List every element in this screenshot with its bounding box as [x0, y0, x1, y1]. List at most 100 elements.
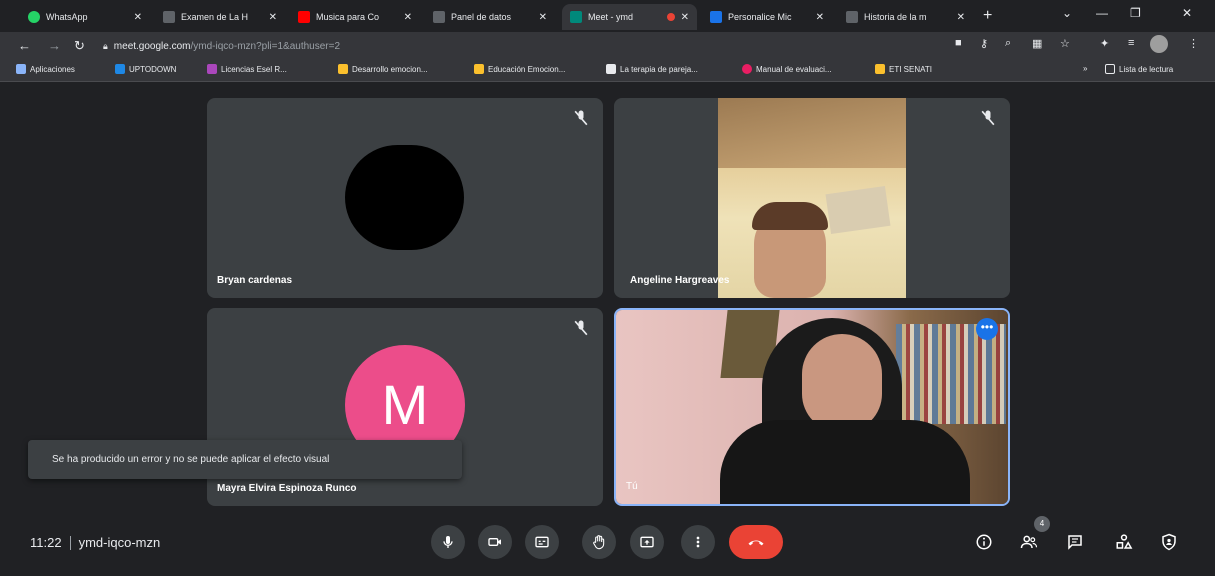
- bookmark-label: Manual de evaluaci...: [756, 64, 832, 74]
- bookmark-desarrollo[interactable]: Desarrollo emocion...: [338, 64, 428, 74]
- tab-examen[interactable]: Examen de La H ✕: [155, 4, 285, 30]
- more-options-button[interactable]: [681, 525, 715, 559]
- bookmark-uptodown[interactable]: UPTODOWN: [115, 64, 176, 74]
- tab-historia[interactable]: Historia de la m ✕: [838, 4, 973, 30]
- grid-icon[interactable]: ▦: [1032, 37, 1042, 50]
- tab-musica[interactable]: Musica para Co ✕: [290, 4, 420, 30]
- videocam-icon: [488, 538, 501, 546]
- close-icon[interactable]: ✕: [957, 12, 965, 23]
- chat-icon: [1068, 535, 1082, 550]
- participant-tile-bryan[interactable]: Bryan cardenas: [207, 98, 603, 298]
- clock-time: 11:22: [30, 535, 62, 550]
- meeting-info-button[interactable]: [972, 530, 996, 554]
- folder-icon: [875, 64, 885, 74]
- participant-name: Mayra Elvira Espinoza Runco: [217, 483, 357, 494]
- download-icon: [115, 64, 125, 74]
- divider: [69, 535, 71, 550]
- participant-name: Angeline Hargreaves: [630, 275, 730, 286]
- meet-icon: [570, 11, 582, 23]
- minimize-icon[interactable]: —: [1096, 6, 1108, 20]
- close-icon[interactable]: ✕: [134, 12, 142, 23]
- error-toast: Se ha producido un error y no se puede a…: [28, 440, 462, 479]
- more-options-button[interactable]: •••: [976, 318, 998, 340]
- tab-panel[interactable]: Panel de datos ✕: [425, 4, 555, 30]
- camera-in-use-icon[interactable]: ■: [955, 37, 962, 49]
- tab-label: Meet - ymd: [588, 12, 634, 22]
- avatar: [345, 145, 464, 250]
- tab-label: WhatsApp: [46, 12, 88, 22]
- participant-name: Bryan cardenas: [217, 275, 293, 286]
- bookmark-label: UPTODOWN: [129, 64, 177, 74]
- camera-button[interactable]: [478, 525, 512, 559]
- mic-icon: [443, 536, 453, 548]
- shapes-icon: [1116, 534, 1133, 549]
- call-end-icon: [748, 540, 764, 546]
- close-icon[interactable]: ✕: [404, 12, 412, 23]
- mic-button[interactable]: [431, 525, 465, 559]
- participant-tile-angeline[interactable]: Angeline Hargreaves: [614, 98, 1010, 298]
- close-window-icon[interactable]: ✕: [1182, 6, 1192, 20]
- key-icon[interactable]: ⚷: [980, 37, 988, 50]
- bookmark-favicon-icon: [207, 64, 217, 74]
- reload-icon[interactable]: ↻: [74, 38, 85, 54]
- close-icon[interactable]: ✕: [816, 12, 824, 23]
- close-icon[interactable]: ✕: [269, 12, 277, 23]
- zoom-icon[interactable]: ⌕: [1005, 37, 1011, 50]
- info-icon: [976, 534, 992, 550]
- page-icon: [606, 64, 616, 74]
- people-button[interactable]: [1017, 530, 1041, 554]
- video-feed: [718, 98, 906, 298]
- menu-icon[interactable]: ⋮: [1188, 37, 1199, 50]
- reading-list[interactable]: Lista de lectura: [1105, 64, 1173, 74]
- leave-call-button[interactable]: [729, 525, 783, 559]
- closed-captions-icon: [535, 536, 549, 548]
- more-vert-icon: [696, 536, 700, 548]
- media-control-icon[interactable]: ≡: [1128, 37, 1134, 49]
- url-path: /ymd-iqco-mzn?pli=1&authuser=2: [190, 40, 341, 52]
- bookmark-educacion[interactable]: Educación Emocion...: [474, 64, 565, 74]
- bookmark-eti-senati[interactable]: ETI SENATI: [875, 64, 932, 74]
- classroom-icon: [846, 11, 858, 23]
- person-face: [802, 334, 882, 432]
- close-icon[interactable]: ✕: [681, 12, 689, 23]
- participant-tile-self[interactable]: ••• Tú: [614, 308, 1010, 506]
- activities-button[interactable]: [1112, 530, 1136, 554]
- folder-icon: [338, 64, 348, 74]
- bookmark-manual[interactable]: Manual de evaluaci...: [742, 64, 832, 74]
- bookmark-terapia[interactable]: La terapia de pareja...: [606, 64, 698, 74]
- bookmark-apps[interactable]: Aplicaciones: [16, 64, 75, 74]
- meeting-details: 11:22 ymd-iqco-mzn: [30, 535, 160, 550]
- bookmark-label: ETI SENATI: [889, 64, 932, 74]
- bookmark-licencias[interactable]: Licencias Esel R...: [207, 64, 287, 74]
- bookmark-favicon-icon: [742, 64, 752, 74]
- more-bookmarks-icon[interactable]: »: [1083, 64, 1087, 73]
- captions-button[interactable]: [525, 525, 559, 559]
- back-icon[interactable]: ←: [18, 38, 31, 53]
- present-screen-button[interactable]: [630, 525, 664, 559]
- tab-label: Historia de la m: [864, 12, 927, 22]
- bookmark-label: Aplicaciones: [30, 64, 75, 74]
- tab-search-icon[interactable]: ⌄: [1062, 6, 1072, 20]
- address-bar[interactable]: 🔒︎ meet.google.com/ymd-iqco-mzn?pli=1&au…: [103, 36, 933, 56]
- tab-whatsapp[interactable]: WhatsApp ✕: [20, 4, 150, 30]
- host-controls-button[interactable]: [1157, 530, 1181, 554]
- present-to-all-icon: [640, 536, 654, 548]
- shield-icon: [1162, 533, 1176, 551]
- forward-icon[interactable]: →: [48, 38, 61, 53]
- extensions-icon[interactable]: ✦: [1100, 37, 1109, 50]
- new-tab-button[interactable]: +: [983, 7, 992, 25]
- whatsapp-icon: [28, 11, 40, 23]
- tab-meet[interactable]: Meet - ymd ✕: [562, 4, 697, 30]
- raise-hand-button[interactable]: [582, 525, 616, 559]
- avatar[interactable]: [1150, 35, 1168, 53]
- chat-button[interactable]: [1063, 530, 1087, 554]
- classroom-icon: [433, 11, 445, 23]
- star-icon[interactable]: ☆: [1060, 37, 1070, 50]
- apps-grid-icon: [16, 64, 26, 74]
- maximize-icon[interactable]: ❐: [1130, 6, 1141, 20]
- close-icon[interactable]: ✕: [539, 12, 547, 23]
- participant-name: Tú: [626, 481, 638, 492]
- participants-count-badge: 4: [1034, 516, 1050, 532]
- video-feed: [616, 310, 1008, 504]
- tab-personalice[interactable]: Personalice Mic ✕: [702, 4, 832, 30]
